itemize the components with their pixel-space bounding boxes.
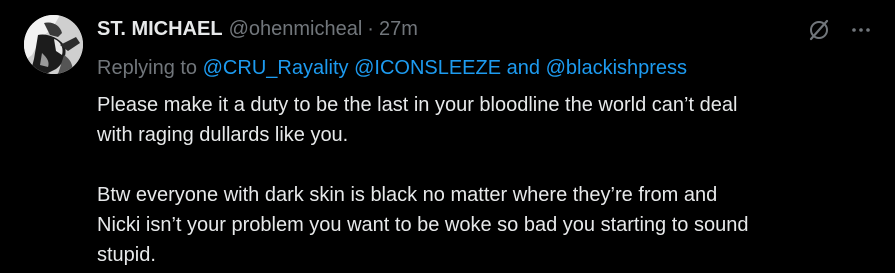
grok-icon[interactable] — [807, 18, 831, 42]
display-name[interactable]: ST. MICHAEL — [97, 16, 223, 42]
more-icon[interactable] — [851, 20, 871, 40]
tweet-text-line: stupid. — [97, 244, 156, 266]
tweet-text-line: Btw everyone with dark skin is black no … — [97, 184, 718, 206]
tweet-content: ST. MICHAEL @ohenmicheal · 27m Replying … — [97, 16, 877, 270]
tweet-text: Please make it a duty to be the last in … — [97, 90, 877, 270]
mention-link[interactable]: @blackishpress — [546, 57, 687, 79]
tweet-actions — [807, 18, 871, 42]
replying-to-label: Replying to — [97, 57, 198, 79]
avatar[interactable] — [24, 15, 83, 74]
separator-dot: · — [367, 18, 374, 40]
mention-link[interactable]: @CRU_Rayality — [203, 57, 349, 79]
tweet-text-line: with raging dullards like you. — [97, 124, 349, 146]
tweet-header: ST. MICHAEL @ohenmicheal · 27m — [97, 16, 877, 42]
user-handle[interactable]: @ohenmicheal — [229, 16, 363, 42]
tweet-text-line: Nicki isn’t your problem you want to be … — [97, 214, 749, 236]
replying-to: Replying to @CRU_Rayality @ICONSLEEZE an… — [97, 55, 877, 81]
tweet-text-line: Please make it a duty to be the last in … — [97, 94, 738, 116]
mention-link[interactable]: @ICONSLEEZE — [354, 57, 501, 79]
tweet[interactable]: ST. MICHAEL @ohenmicheal · 27m Replying … — [0, 0, 895, 273]
timestamp[interactable]: 27m — [379, 16, 418, 42]
mention-conjunction[interactable]: and — [507, 57, 540, 79]
avatar-image — [24, 15, 83, 74]
